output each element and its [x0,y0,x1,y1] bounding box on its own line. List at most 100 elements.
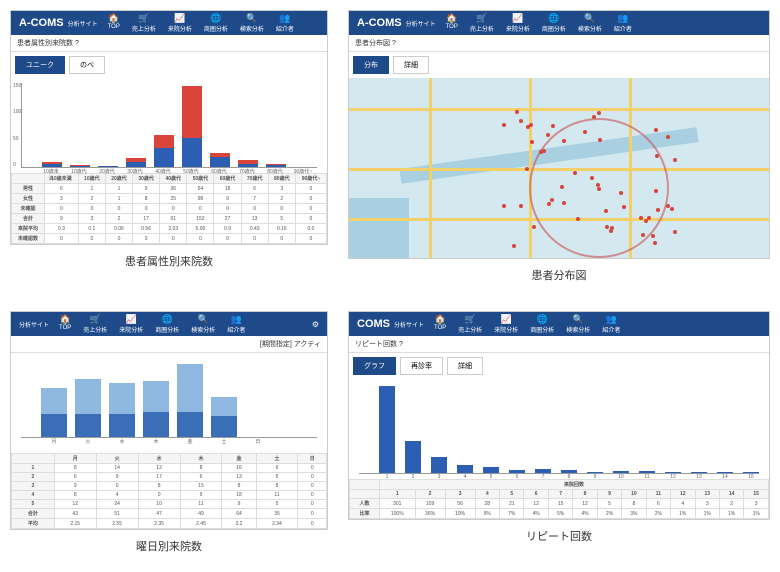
panel-map: A-COMS分析サイト🏠TOP🛒売上分析📈来院分析🌐商圏分析🔍検索分析👥紹介者 … [348,10,770,259]
nav-icon: 🔍 [573,314,584,325]
panel-weekday: 分析サイト🏠TOP🛒売上分析📈来院分析🌐商圏分析🔍検索分析👥紹介者⚙ [期間指定… [10,311,328,530]
map-marker[interactable] [590,176,594,180]
nav-icon: 👥 [606,314,617,325]
map-marker[interactable] [562,139,566,143]
tab-graph[interactable]: グラフ [353,357,396,375]
app-header: A-COMS 分析サイト 🏠TOP🛒売上分析📈来院分析🌐商圏分析🔍検索分析👥紹介… [11,11,327,35]
tab-unique[interactable]: ユニーク [15,56,65,74]
caption-1: 患者属性別来院数 [10,245,328,277]
tab-nobe[interactable]: のべ [69,56,105,74]
map-marker[interactable] [546,133,550,137]
map-marker[interactable] [539,150,543,154]
map-marker[interactable] [525,167,529,171]
nav-商圏分析[interactable]: 🌐商圏分析 [204,13,228,33]
map-marker[interactable] [656,208,660,212]
map-marker[interactable] [576,217,580,221]
nav-検索分析[interactable]: 🔍検索分析 [578,13,602,33]
nav-検索分析[interactable]: 🔍検索分析 [191,314,215,334]
nav-TOP[interactable]: 🏠TOP [108,13,120,33]
weekday-table: 月火水木金土日181412816602691761350390815880484… [11,453,327,529]
map-marker[interactable] [597,111,601,115]
tab-rate[interactable]: 再診率 [400,357,443,375]
nav-TOP[interactable]: 🏠TOP [446,13,458,33]
map-marker[interactable] [519,119,523,123]
nav-検索分析[interactable]: 🔍検索分析 [566,314,590,334]
nav-売上分析[interactable]: 🛒売上分析 [470,13,494,33]
nav-icon: 📈 [501,314,512,325]
nav-icon: 🛒 [465,314,476,325]
tab-detail[interactable]: 詳細 [393,56,429,74]
map-marker[interactable] [550,198,554,202]
nav-icon: 🌐 [537,314,548,325]
nav-icon: 📈 [512,13,523,24]
caption-3: 曜日別来院数 [10,530,328,562]
nav-紹介者[interactable]: 👥紹介者 [227,314,245,334]
map-marker[interactable] [519,204,523,208]
nav-TOP[interactable]: 🏠TOP [59,314,71,334]
map-marker[interactable] [651,234,655,238]
caption-2: 患者分布図 [348,259,770,291]
nav-icon: 🔍 [584,13,595,24]
nav-TOP[interactable]: 🏠TOP [434,314,446,334]
panel-attribute: A-COMS 分析サイト 🏠TOP🛒売上分析📈来院分析🌐商圏分析🔍検索分析👥紹介… [10,10,328,245]
nav-紹介者[interactable]: 👥紹介者 [602,314,620,334]
nav-来院分析[interactable]: 📈来院分析 [506,13,530,33]
map-marker[interactable] [532,225,536,229]
nav-icon: 🌐 [210,13,221,24]
repeat-chart: 123456789101112131415 [349,379,769,479]
nav-来院分析[interactable]: 📈来院分析 [168,13,192,33]
map-marker[interactable] [583,130,587,134]
tab-dist[interactable]: 分布 [353,56,389,74]
nav-商圏分析[interactable]: 🌐商圏分析 [155,314,179,334]
attribute-table: 10歳未満10歳代20歳代30歳代40歳代50歳代60歳代70歳代80歳代90歳… [11,173,327,244]
nav-icon: 🏠 [60,314,71,325]
nav-検索分析[interactable]: 🔍検索分析 [240,13,264,33]
nav-紹介者[interactable]: 👥紹介者 [614,13,632,33]
gear-icon[interactable]: ⚙ [312,320,319,329]
map-marker[interactable] [512,244,516,248]
nav-icon: 🏠 [435,314,446,325]
map-marker[interactable] [666,204,670,208]
nav-商圏分析[interactable]: 🌐商圏分析 [542,13,566,33]
map-marker[interactable] [670,207,674,211]
map-marker[interactable] [502,204,506,208]
map-marker[interactable] [573,171,577,175]
nav-icon: 🛒 [90,314,101,325]
nav-icon: 👥 [617,13,628,24]
nav-来院分析[interactable]: 📈来院分析 [494,314,518,334]
map-marker[interactable] [673,230,677,234]
nav-icon: 🔍 [198,314,209,325]
tab-detail2[interactable]: 詳細 [447,357,483,375]
nav-icon: 📈 [174,13,185,24]
weekday-chart: 月火水木金土日 [11,353,327,453]
logo: A-COMS [19,17,64,29]
map-marker[interactable] [666,135,670,139]
map-marker[interactable] [529,123,533,127]
nav-icon: 🏠 [108,13,119,24]
nav-売上分析[interactable]: 🛒売上分析 [458,314,482,334]
nav-icon: 🌐 [548,13,559,24]
map-marker[interactable] [502,123,506,127]
nav-icon: 👥 [231,314,242,325]
map-marker[interactable] [622,205,626,209]
nav-売上分析[interactable]: 🛒売上分析 [83,314,107,334]
nav-icon: 🏠 [446,13,457,24]
map-marker[interactable] [551,124,555,128]
nav-icon: 🛒 [138,13,149,24]
nav-商圏分析[interactable]: 🌐商圏分析 [530,314,554,334]
nav-紹介者[interactable]: 👥紹介者 [276,13,294,33]
map-marker[interactable] [547,202,551,206]
main-nav: 🏠TOP 🛒売上分析 📈来院分析 🌐商圏分析 🔍検索分析 👥紹介者 [108,13,294,33]
nav-売上分析[interactable]: 🛒売上分析 [132,13,156,33]
nav-来院分析[interactable]: 📈来院分析 [119,314,143,334]
map-marker[interactable] [653,241,657,245]
caption-4: リピート回数 [348,520,770,552]
nav-icon: 🛒 [476,13,487,24]
map-marker[interactable] [596,183,600,187]
map-marker[interactable] [673,158,677,162]
panel-repeat: COMS分析サイト🏠TOP🛒売上分析📈来院分析🌐商圏分析🔍検索分析👥紹介者 リピ… [348,311,770,520]
map-marker[interactable] [639,216,643,220]
distribution-map[interactable] [349,78,769,258]
attribute-chart: 150100500 10歳未満10歳代20歳代30歳代40歳代50歳代60歳代7… [11,78,327,173]
map-marker[interactable] [530,140,534,144]
